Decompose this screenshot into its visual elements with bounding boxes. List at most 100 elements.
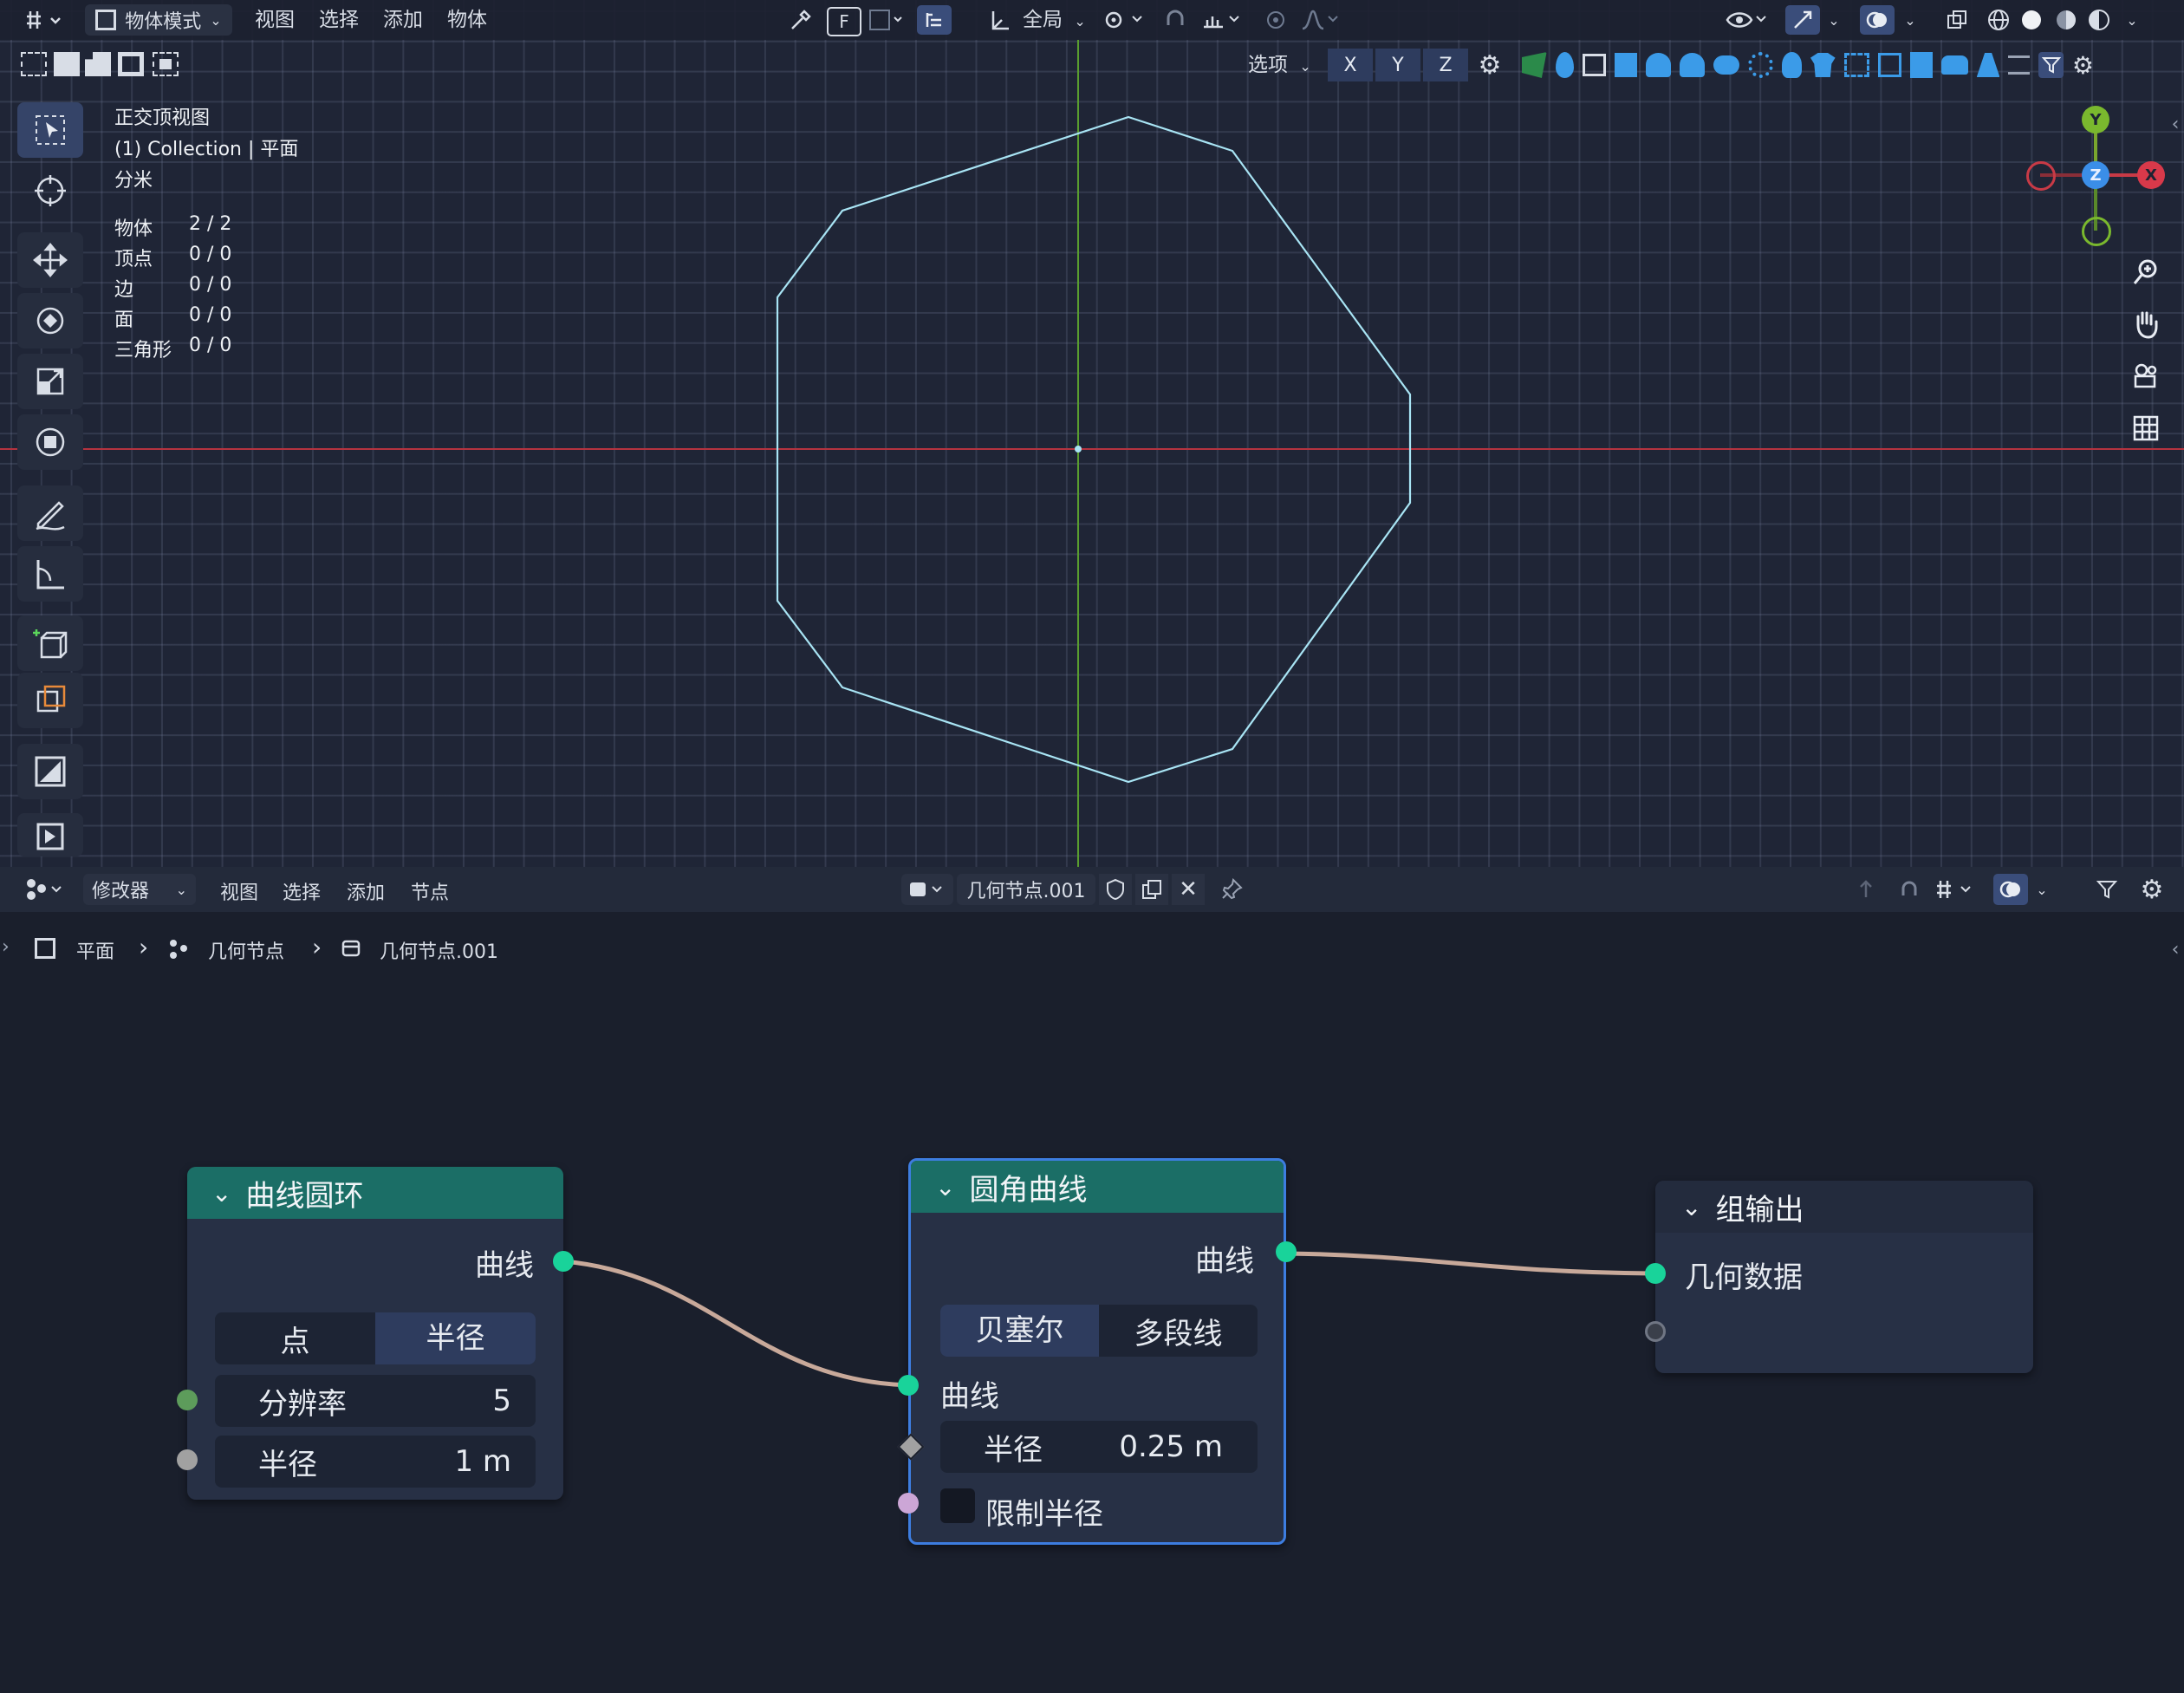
fillet-curve-shape[interactable] [0,0,2184,867]
zoom-icon[interactable] [2127,253,2165,291]
camera-icon[interactable] [2127,357,2165,395]
mirror-x-button[interactable]: X [1328,49,1373,81]
mode-radius-button[interactable]: 半径 [375,1312,536,1364]
editor-type-icon[interactable] [19,3,69,36]
road-icon[interactable] [1976,53,2000,77]
user-icon[interactable] [1679,53,1705,77]
mode-bezier-button[interactable]: 贝塞尔 [940,1305,1099,1357]
chevron-down-icon[interactable]: ⌄ [2122,5,2142,35]
list-icon[interactable] [2008,55,2031,75]
gizmo-neg-y-axis[interactable] [2082,217,2111,246]
image-icon[interactable] [1582,54,1606,76]
nodes-icon[interactable] [1843,53,1869,77]
gizmo-y-axis[interactable]: Y [2082,106,2109,133]
chevron-left-icon[interactable]: ‹ [2167,111,2184,137]
rendered-shading-icon[interactable] [2083,5,2115,35]
geometry-input-socket[interactable] [1645,1263,1666,1284]
snap-increment-icon[interactable] [1196,5,1248,35]
resolution-input-socket[interactable] [177,1390,198,1410]
shirt-icon[interactable] [1810,53,1836,77]
curve-output-socket[interactable] [1276,1241,1297,1262]
limit-radius-socket[interactable] [898,1493,919,1514]
fillet-curve-node[interactable]: ⌄ 圆角曲线 曲线 贝塞尔 多段线 曲线 半径 0.25 m 限制半径 [908,1158,1286,1545]
curve-input-socket[interactable] [898,1375,919,1396]
mode-poly-button[interactable]: 多段线 [1099,1309,1258,1352]
ortho-grid-icon[interactable] [2127,409,2165,447]
light-icon[interactable] [1782,52,1802,78]
collapse-chevron-icon[interactable]: ⌄ [1681,1193,1701,1221]
image-tool[interactable] [17,744,83,799]
menu-view[interactable]: 视图 [255,0,295,40]
empty-input-socket[interactable] [1645,1321,1666,1342]
radius-field[interactable]: 半径 0.25 m [940,1421,1258,1473]
snap-target-icon[interactable] [865,7,907,33]
mirror-y-button[interactable]: Y [1375,49,1420,81]
building-icon[interactable] [1909,52,1934,78]
measure-tool[interactable] [17,546,83,602]
wireframe-shading-icon[interactable] [1983,5,2014,35]
mode-points-button[interactable]: 点 [215,1317,375,1360]
chevron-down-icon[interactable]: ⌄ [1823,5,1844,35]
select-tool[interactable] [17,102,83,158]
node-header[interactable]: ⌄ 曲线圆环 [187,1167,563,1219]
material-shading-icon[interactable] [2051,5,2082,35]
orientation-dropdown[interactable]: 全局 ⌄ [1023,0,1086,42]
grid-link-icon[interactable] [1877,53,1901,77]
add-cube-tool[interactable] [17,615,83,671]
pan-hand-icon[interactable] [2127,305,2165,343]
curve-circle-node[interactable]: ⌄ 曲线圆环 曲线 点 半径 分辨率 5 半径 1 m [187,1167,563,1500]
group-output-node[interactable]: ⌄ 组输出 几何数据 [1655,1181,2033,1373]
overlays-icon[interactable] [1860,5,1895,35]
gear-icon[interactable]: ⚙ [2072,51,2094,80]
car-icon[interactable] [1941,55,1968,75]
mode-dropdown[interactable]: 物体模式 ⌄ [85,4,232,36]
menu-object[interactable]: 物体 [447,0,487,40]
resolution-field[interactable]: 分辨率 5 [215,1375,536,1427]
gear-icon[interactable]: ⚙ [1473,49,1506,81]
filter-funnel-icon[interactable] [2038,52,2064,78]
rotate-tool[interactable] [17,293,83,348]
select-mode-new-icon[interactable] [21,52,47,76]
visibility-eye-icon[interactable] [1721,5,1773,35]
gizmo-toggle-icon[interactable] [1785,5,1820,35]
frame-f-icon[interactable]: F [827,7,861,36]
scale-tool[interactable] [17,354,83,409]
mode-switch[interactable]: 点 半径 [215,1312,536,1364]
curve-output-socket[interactable] [553,1251,574,1272]
mode-switch[interactable]: 贝塞尔 多段线 [940,1305,1258,1357]
image-bound-tool[interactable] [17,813,83,856]
move-tool[interactable] [17,232,83,288]
object-transform-tool[interactable] [17,673,83,728]
select-mode-intersect-icon[interactable] [153,52,179,76]
transform-tool[interactable] [17,414,83,470]
falloff-icon[interactable] [1297,5,1345,35]
eyedropper-icon[interactable] [785,5,816,35]
annotate-tool[interactable] [17,485,83,541]
chevron-down-icon[interactable]: ⌄ [1900,5,1921,35]
mirror-z-button[interactable]: Z [1423,49,1468,81]
solid-shading-icon[interactable] [2016,5,2047,35]
menu-add[interactable]: 添加 [383,0,423,40]
select-mode-extend-icon[interactable] [54,52,80,76]
transform-orientation-icon[interactable] [985,5,1016,35]
fcurve-icon[interactable] [1522,52,1547,78]
cloud-icon[interactable] [1713,55,1740,75]
armature-icon[interactable] [1646,53,1671,77]
menu-select[interactable]: 选择 [319,0,359,40]
node-header[interactable]: ⌄ 圆角曲线 [911,1161,1284,1213]
snap-magnet-icon[interactable] [1160,5,1191,35]
gizmo-x-axis[interactable]: X [2137,161,2165,189]
gizmo-neg-x-axis[interactable] [2026,161,2056,191]
limit-radius-checkbox[interactable] [940,1488,975,1523]
collapse-chevron-icon[interactable]: ⌄ [935,1173,955,1201]
cursor-tool[interactable] [17,163,83,218]
fluid-drop-icon[interactable] [1555,52,1574,78]
particles-icon[interactable] [1748,52,1774,78]
pivot-point-icon[interactable] [1099,5,1151,35]
texture-icon[interactable] [1614,53,1638,77]
xray-icon[interactable] [1941,5,1973,35]
proportional-edit-icon[interactable] [1260,5,1291,35]
node-header[interactable]: ⌄ 组输出 [1655,1181,2033,1233]
options-dropdown[interactable]: 选项 ⌄ [1248,45,1311,87]
select-mode-difference-icon[interactable] [118,52,144,76]
